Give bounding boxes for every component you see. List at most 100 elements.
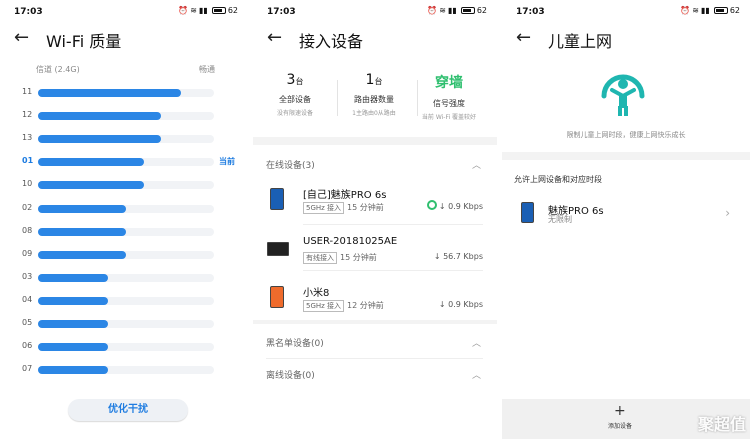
device-name: USER-20181025AE <box>303 236 398 247</box>
divider <box>266 358 483 359</box>
connected-devices-screen: 17:03 ⏰ ≋ ▮▮ 62 ← 接入设备 3台 全部设备 没有限速设备 1台… <box>253 0 497 439</box>
channel-row: 02 <box>0 203 248 215</box>
channel-row: 07 <box>0 364 248 376</box>
channel-number: 12 <box>22 110 33 120</box>
offline-devices-header[interactable]: 离线设备(0) <box>266 368 315 381</box>
monitor-icon <box>267 242 289 256</box>
channel-bar-fill <box>38 250 126 259</box>
signal-icon: ▮▮ <box>448 6 457 15</box>
stat-sub: 1主路由0从路由 <box>352 110 396 117</box>
channel-row: 01 当前 <box>0 156 248 168</box>
device-name: 小米8 <box>303 288 330 299</box>
stat-label: 全部设备 <box>279 95 311 104</box>
wifi-signal-icon <box>427 200 437 210</box>
channel-bar-fill <box>38 273 109 282</box>
channel-bar-track <box>38 89 214 97</box>
back-arrow-icon[interactable]: ← <box>516 28 531 48</box>
connection-tag: 5GHz 接入 <box>303 300 345 312</box>
connection-tag: 5GHz 接入 <box>303 202 345 214</box>
section-gap <box>253 320 497 324</box>
channel-row: 09 <box>0 249 248 261</box>
blacklist-header[interactable]: 黑名单设备(0) <box>266 336 324 349</box>
channel-row: 10 <box>0 179 248 191</box>
channel-row: 11 <box>0 87 248 99</box>
status-bar: 17:03 ⏰ ≋ ▮▮ 62 <box>253 0 497 24</box>
chevron-right-icon[interactable]: › <box>725 206 730 220</box>
page-title: Wi-Fi 质量 <box>46 32 122 51</box>
stat-value: 穿墙 <box>435 75 463 91</box>
channel-bar-fill <box>38 158 144 167</box>
stat-signal-strength[interactable]: 穿墙 信号强度 当前 Wi-Fi 覆盖较好 <box>409 64 489 121</box>
channel-bar-fill <box>38 204 126 213</box>
device-row[interactable]: 小米8 5GHz 接入 12 分钟前 ↓ 0.9 Kbps <box>253 280 497 320</box>
allowed-devices-header: 允许上网设备和对应时段 <box>514 175 602 184</box>
channel-number: 07 <box>22 364 33 374</box>
add-device-label[interactable]: 添加设备 <box>608 421 632 430</box>
channel-row: 06 <box>0 341 248 353</box>
page-title: 接入设备 <box>299 32 364 51</box>
status-icons: ⏰ ≋ ▮▮ 62 <box>427 6 487 15</box>
header: ← 接入设备 <box>253 24 497 56</box>
channel-number: 13 <box>22 133 33 143</box>
expand-caret-icon[interactable]: ︿ <box>472 368 481 381</box>
channel-bar-fill <box>38 320 109 328</box>
channel-bar-fill <box>38 181 144 190</box>
status-icons: ⏰ ≋ ▮▮ 62 <box>680 6 740 15</box>
divider <box>303 270 483 271</box>
wifi-icon: ≋ <box>190 6 197 15</box>
plus-icon[interactable]: + <box>614 403 626 419</box>
channel-row: 04 <box>0 295 248 307</box>
channel-bar-track <box>38 273 214 282</box>
channel-bar-track <box>38 320 214 328</box>
stat-label: 信号强度 <box>433 99 465 108</box>
device-time: 15 分钟前 <box>340 253 377 262</box>
current-channel-label: 当前 <box>219 157 235 167</box>
status-bar: 17:03 ⏰ ≋ ▮▮ 62 <box>0 0 248 24</box>
channel-number: 03 <box>22 271 33 281</box>
channel-number: 09 <box>22 248 33 258</box>
phone-icon <box>270 188 284 210</box>
device-limit: 无限制 <box>548 215 572 224</box>
collapse-caret-icon[interactable]: ︿ <box>472 158 481 171</box>
online-devices-header[interactable]: 在线设备(3) <box>266 158 315 171</box>
channel-number: 01 <box>22 156 34 166</box>
section-gap <box>253 137 497 145</box>
connection-tag: 有线接入 <box>303 252 337 264</box>
phone-icon <box>521 202 534 223</box>
battery-level: 62 <box>729 6 740 15</box>
header: ← Wi-Fi 质量 <box>0 24 248 56</box>
status-bar: 17:03 ⏰ ≋ ▮▮ 62 <box>502 0 750 24</box>
stat-sub: 没有限速设备 <box>276 110 313 117</box>
channel-bar-fill <box>38 296 109 305</box>
alarm-icon: ⏰ <box>427 6 438 15</box>
channel-bar-track <box>38 135 214 144</box>
status-time: 17:03 <box>267 7 296 17</box>
quality-label: 畅通 <box>199 65 215 74</box>
channel-row: 05 <box>0 318 248 330</box>
channel-bar-track <box>38 204 214 213</box>
kids-description: 限制儿童上网时段，健康上网快乐成长 <box>566 131 686 139</box>
signal-icon: ▮▮ <box>701 6 710 15</box>
stat-router-count[interactable]: 1台 路由器数量 1主路由0从路由 <box>334 64 414 117</box>
optimize-interference-button[interactable]: 优化干扰 <box>68 399 188 421</box>
channel-bar-fill <box>38 366 109 375</box>
channel-row: 03 <box>0 272 248 284</box>
add-device-bar[interactable]: + 添加设备 聚超值 <box>502 399 750 439</box>
back-arrow-icon[interactable]: ← <box>14 28 29 48</box>
section-gap <box>502 152 750 160</box>
channel-row: 08 <box>0 226 248 238</box>
device-row[interactable]: [自己]魅族PRO 6s 5GHz 接入 15 分钟前 ↓ 0.9 Kbps <box>253 182 497 222</box>
expand-caret-icon[interactable]: ︿ <box>472 336 481 349</box>
status-icons: ⏰ ≋ ▮▮ 62 <box>178 6 238 15</box>
channel-bar-track <box>38 250 214 259</box>
battery-icon <box>713 7 728 14</box>
phone-icon <box>270 286 284 308</box>
channel-number: 04 <box>22 294 33 304</box>
channel-row: 13 <box>0 133 248 145</box>
back-arrow-icon[interactable]: ← <box>267 28 282 48</box>
device-row[interactable]: USER-20181025AE 有线接入 15 分钟前 ↓ 56.7 Kbps <box>253 232 497 272</box>
channel-number: 10 <box>22 179 33 189</box>
channel-number: 05 <box>22 318 33 327</box>
channel-number: 02 <box>22 202 33 212</box>
stat-all-devices[interactable]: 3台 全部设备 没有限速设备 <box>255 64 335 117</box>
